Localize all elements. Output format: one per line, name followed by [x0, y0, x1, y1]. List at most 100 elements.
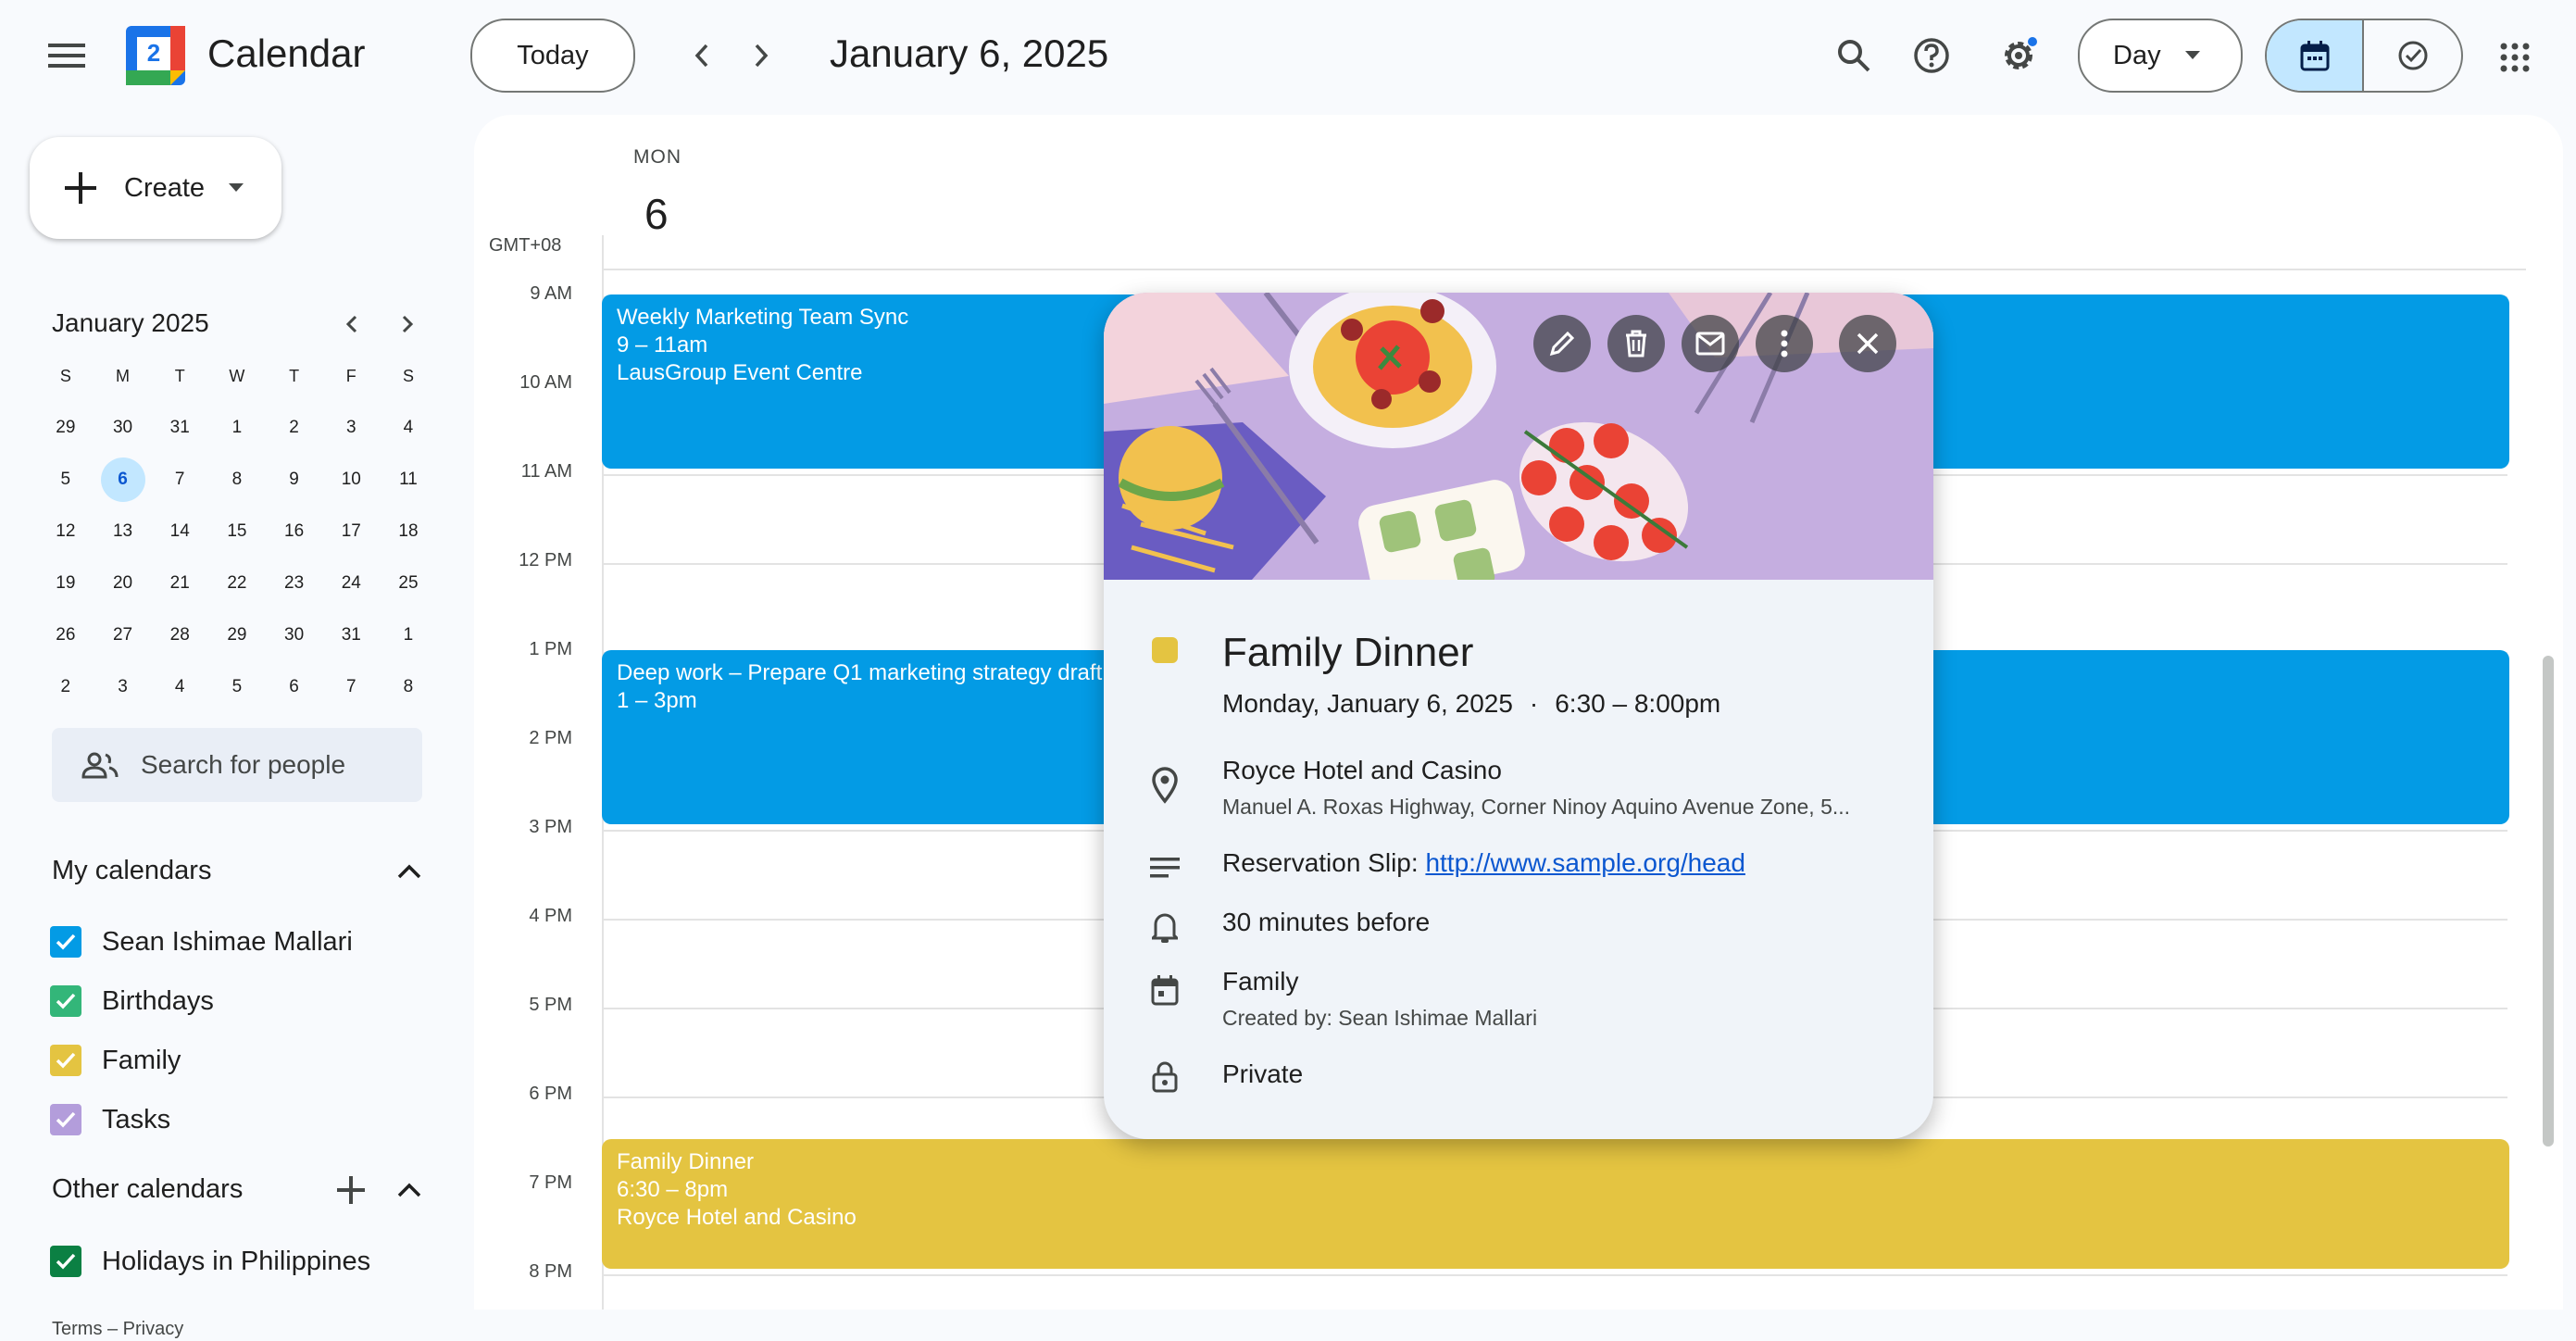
search-people-input[interactable]: Search for people	[141, 750, 345, 780]
scrollbar[interactable]	[2543, 656, 2554, 1147]
mini-weekday-label: T	[174, 366, 185, 385]
mini-day[interactable]: 20	[94, 573, 152, 594]
checkbox-checked-icon[interactable]	[50, 1246, 81, 1277]
calendar-list-item[interactable]: Sean Ishimae Mallari	[50, 912, 439, 971]
hour-label: 4 PM	[529, 906, 572, 926]
calendar-name: Sean Ishimae Mallari	[102, 926, 353, 957]
mini-day[interactable]: 25	[380, 573, 437, 594]
description-link[interactable]: http://www.sample.org/head	[1425, 848, 1745, 877]
mini-day[interactable]: 8	[380, 677, 437, 697]
mini-day[interactable]: 24	[322, 573, 380, 594]
calendar-list-item[interactable]: Tasks	[50, 1090, 439, 1149]
mini-day[interactable]: 30	[266, 625, 323, 645]
mini-day[interactable]: 2	[37, 677, 94, 697]
event-location: Royce Hotel and Casino	[617, 1205, 857, 1230]
mini-day[interactable]: 27	[94, 625, 152, 645]
checkbox-checked-icon[interactable]	[50, 985, 81, 1017]
mini-day[interactable]: 2	[266, 418, 323, 438]
mini-prev-month-icon[interactable]	[333, 306, 370, 343]
mini-day[interactable]: 14	[151, 521, 208, 542]
mini-day[interactable]: 15	[208, 521, 266, 542]
lock-icon	[1152, 1061, 1178, 1093]
mini-week-row: 2345678	[37, 661, 441, 713]
create-button[interactable]: Create	[30, 137, 281, 239]
mini-day[interactable]: 22	[208, 573, 266, 594]
mini-next-month-icon[interactable]	[389, 306, 426, 343]
mini-day[interactable]: 16	[266, 521, 323, 542]
footer-links[interactable]: Terms – Privacy	[52, 1319, 183, 1340]
my-calendars-header[interactable]: My calendars	[52, 856, 422, 886]
mini-day[interactable]: 7	[322, 677, 380, 697]
mini-day[interactable]: 17	[322, 521, 380, 542]
edit-event-button[interactable]	[1533, 315, 1591, 372]
mini-day[interactable]: 7	[151, 470, 208, 490]
mini-day[interactable]: 10	[322, 470, 380, 490]
mini-day[interactable]: 4	[380, 418, 437, 438]
current-date-title: January 6, 2025	[830, 31, 1109, 75]
calendar-list-item[interactable]: Birthdays	[50, 971, 439, 1031]
mini-day[interactable]: 31	[151, 418, 208, 438]
event-color-swatch	[1152, 637, 1178, 663]
mini-day[interactable]: 9	[266, 470, 323, 490]
next-day-icon[interactable]	[739, 33, 783, 78]
checkbox-checked-icon[interactable]	[50, 1104, 81, 1135]
mini-day[interactable]: 29	[37, 418, 94, 438]
main-menu-icon[interactable]	[37, 30, 96, 81]
mini-day[interactable]: 6	[266, 677, 323, 697]
view-selector[interactable]: Day	[2078, 19, 2243, 93]
delete-event-button[interactable]	[1607, 315, 1665, 372]
mini-day[interactable]: 29	[208, 625, 266, 645]
mini-day[interactable]: 8	[208, 470, 266, 490]
plus-icon	[65, 172, 96, 204]
previous-day-icon[interactable]	[680, 33, 724, 78]
tasks-view-toggle[interactable]	[2364, 20, 2461, 91]
calendar-list-item[interactable]: Holidays in Philippines	[50, 1232, 439, 1291]
mini-day[interactable]: 13	[94, 521, 152, 542]
calendar-list-item[interactable]: Family	[50, 1031, 439, 1090]
settings-icon[interactable]	[1993, 30, 2045, 81]
description-label: Reservation Slip:	[1222, 848, 1426, 877]
mini-day[interactable]: 11	[380, 470, 437, 490]
calendar-event[interactable]: Family Dinner 6:30 – 8pm Royce Hotel and C…	[602, 1139, 2509, 1269]
today-button[interactable]: Today	[470, 19, 635, 93]
mini-day[interactable]: 12	[37, 521, 94, 542]
checkbox-checked-icon[interactable]	[50, 1045, 81, 1076]
email-guests-button[interactable]	[1682, 315, 1739, 372]
collapse-chevron-icon[interactable]	[396, 863, 422, 880]
mini-day[interactable]: 18	[380, 521, 437, 542]
mini-day[interactable]: 30	[94, 418, 152, 438]
mini-day-selected[interactable]: 6	[94, 457, 152, 502]
checkbox-checked-icon[interactable]	[50, 926, 81, 958]
mini-day[interactable]: 3	[322, 418, 380, 438]
mini-calendar-grid: SMTWTFS 29 30 31 1 2 3 4 5 6 7 8 9 10 11 12 13 14 15 16 17 1…	[37, 350, 441, 713]
mini-day[interactable]: 3	[94, 677, 152, 697]
popup-title-row: Family Dinner Monday, January 6, 2025 · …	[1104, 630, 1933, 719]
apps-grid-icon[interactable]	[2491, 33, 2539, 81]
mini-day[interactable]: 5	[208, 677, 266, 697]
location-name[interactable]: Royce Hotel and Casino	[1222, 756, 1850, 785]
calendar-view-toggle[interactable]	[2267, 20, 2365, 91]
search-icon[interactable]	[1830, 31, 1878, 80]
mini-day[interactable]: 26	[37, 625, 94, 645]
mini-day[interactable]: 21	[151, 573, 208, 594]
mini-day[interactable]: 1	[208, 418, 266, 438]
mini-day[interactable]: 28	[151, 625, 208, 645]
other-calendars-header[interactable]: Other calendars	[52, 1174, 422, 1205]
day-header-number[interactable]: 6	[644, 189, 669, 239]
add-calendar-icon[interactable]	[337, 1175, 365, 1204]
mini-day[interactable]: 1	[380, 625, 437, 645]
mini-day[interactable]: 31	[322, 625, 380, 645]
more-options-button[interactable]	[1756, 315, 1813, 372]
mini-day[interactable]: 4	[151, 677, 208, 697]
collapse-chevron-icon[interactable]	[396, 1182, 422, 1198]
event-title: Family Dinner	[1222, 630, 1474, 675]
calendar-name: Family	[102, 1045, 181, 1075]
timezone-label: GMT+08	[489, 235, 562, 256]
close-popup-button[interactable]	[1839, 315, 1896, 372]
calendar-logo[interactable]: 2	[126, 26, 185, 85]
mini-day[interactable]: 19	[37, 573, 94, 594]
mini-day[interactable]: 23	[266, 573, 323, 594]
mini-day[interactable]: 5	[37, 470, 94, 490]
help-icon[interactable]	[1907, 31, 1956, 80]
search-people[interactable]: Search for people	[52, 728, 422, 802]
